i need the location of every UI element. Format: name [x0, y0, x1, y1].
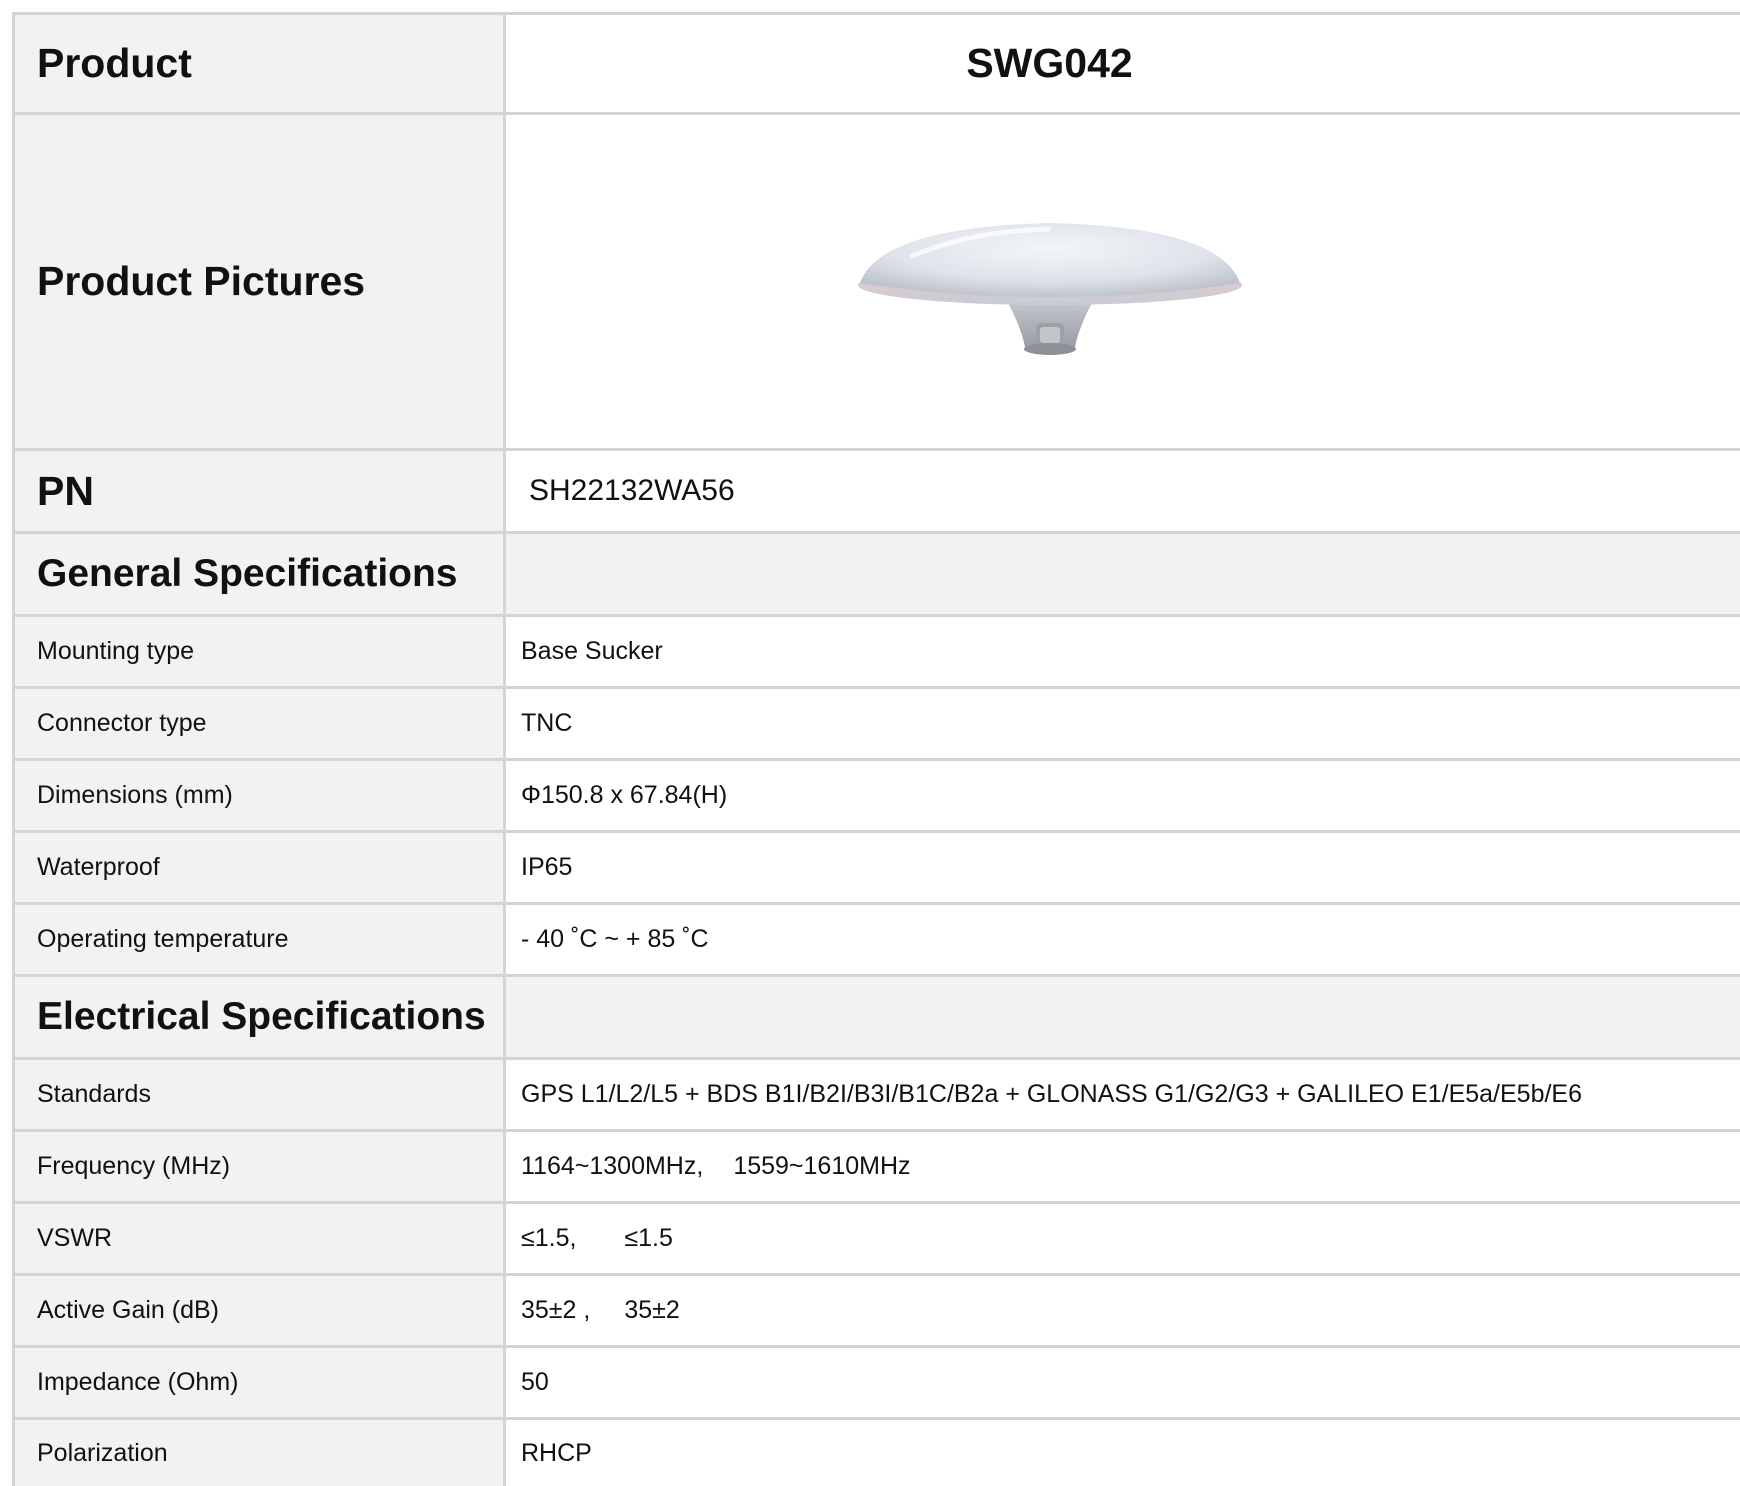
spec-value: GPS L1/L2/L5 + BDS B1I/B2I/B3I/B1C/B2a +…	[506, 1060, 1740, 1129]
spec-value-part: 35±2	[624, 1296, 680, 1324]
spec-label: Dimensions (mm)	[15, 761, 506, 830]
spec-label: Operating temperature	[15, 905, 506, 974]
spec-label: Polarization	[15, 1420, 506, 1486]
spec-label: Frequency (MHz)	[15, 1132, 506, 1201]
table-row: Connector type TNC	[15, 689, 1740, 761]
general-section-title: General Specifications	[15, 534, 506, 614]
table-row: Waterproof IP65	[15, 833, 1740, 905]
product-name: SWG042	[506, 15, 1740, 112]
spec-value: 1164~1300MHz, 1559~1610MHz	[506, 1132, 1740, 1201]
table-row: Dimensions (mm) Φ150.8 x 67.84(H)	[15, 761, 1740, 833]
picture-cell	[506, 115, 1740, 448]
spec-label: Standards	[15, 1060, 506, 1129]
product-row: Product SWG042	[15, 15, 1740, 115]
spec-value-part: 1164~1300MHz,	[521, 1152, 704, 1180]
spec-value: Base Sucker	[506, 617, 1740, 686]
spec-value-part: ≤1.5,	[521, 1224, 577, 1252]
spec-label: Mounting type	[15, 617, 506, 686]
general-section-row: General Specifications	[15, 534, 1740, 617]
table-row: Standards GPS L1/L2/L5 + BDS B1I/B2I/B3I…	[15, 1060, 1740, 1132]
table-row: Polarization RHCP	[15, 1420, 1740, 1486]
pn-row: PN SH22132WA56	[15, 451, 1740, 534]
spec-label: Active Gain (dB)	[15, 1276, 506, 1345]
spec-value: ≤1.5, ≤1.5	[506, 1204, 1740, 1273]
spec-value: RHCP	[506, 1420, 1740, 1486]
spec-value-part: ≤1.5	[624, 1224, 673, 1252]
spec-label: VSWR	[15, 1204, 506, 1273]
table-row: Impedance (Ohm) 50	[15, 1348, 1740, 1420]
product-label: Product	[15, 15, 506, 112]
picture-row: Product Pictures	[15, 115, 1740, 451]
table-row: Frequency (MHz) 1164~1300MHz, 1559~1610MH…	[15, 1132, 1740, 1204]
spec-label: Impedance (Ohm)	[15, 1348, 506, 1417]
table-row: Mounting type Base Sucker	[15, 617, 1740, 689]
spec-value: Φ150.8 x 67.84(H)	[506, 761, 1740, 830]
picture-label: Product Pictures	[15, 115, 506, 448]
electrical-section-filler	[506, 977, 1740, 1057]
spec-label: Connector type	[15, 689, 506, 758]
electrical-section-row: Electrical Specifications	[15, 977, 1740, 1060]
spec-value: IP65	[506, 833, 1740, 902]
spec-value-part: 35±2 ,	[521, 1296, 591, 1324]
gnss-antenna-icon	[857, 222, 1242, 355]
table-row: Active Gain (dB) 35±2 , 35±2	[15, 1276, 1740, 1348]
pn-label: PN	[15, 451, 506, 531]
spec-value: 35±2 , 35±2	[506, 1276, 1740, 1345]
pn-value: SH22132WA56	[506, 451, 1740, 531]
spec-value: 50	[506, 1348, 1740, 1417]
spec-table: Product SWG042 Product Pictures PN SH221…	[12, 12, 1740, 1486]
spec-label: Waterproof	[15, 833, 506, 902]
electrical-section-title: Electrical Specifications	[15, 977, 506, 1057]
spec-value-part: 1559~1610MHz	[733, 1152, 911, 1180]
spec-value: - 40 ˚C ~ + 85 ˚C	[506, 905, 1740, 974]
table-row: VSWR ≤1.5, ≤1.5	[15, 1204, 1740, 1276]
table-row: Operating temperature - 40 ˚C ~ + 85 ˚C	[15, 905, 1740, 977]
general-section-filler	[506, 534, 1740, 614]
spec-value: TNC	[506, 689, 1740, 758]
